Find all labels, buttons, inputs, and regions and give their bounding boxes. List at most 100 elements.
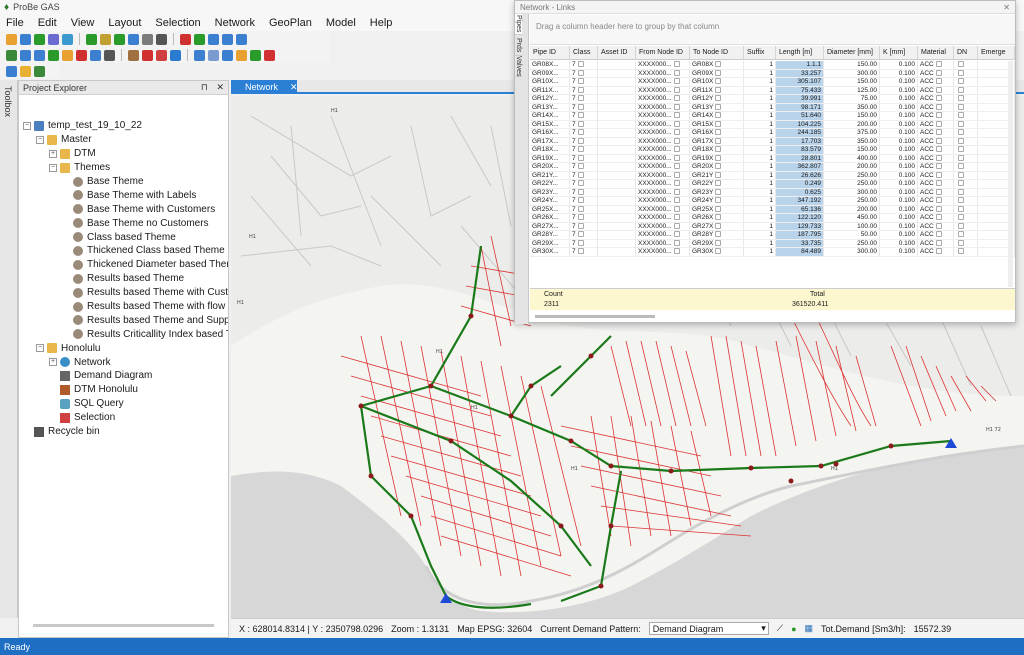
dropdown-icon[interactable] — [935, 137, 942, 144]
dropdown-icon[interactable] — [715, 231, 722, 238]
group-by-bar[interactable]: Drag a column header here to group by th… — [530, 15, 1015, 45]
dropdown-icon[interactable] — [715, 171, 722, 178]
table-row[interactable]: GR22Y... 7 XXXX000... GR22Y 1 0.249 250.00 0.10… — [530, 180, 1015, 189]
table-cell[interactable]: 1 — [744, 205, 776, 213]
table-cell[interactable] — [954, 163, 978, 171]
map-tool-2-icon[interactable] — [34, 49, 45, 61]
table-cell[interactable]: 7 — [570, 163, 598, 171]
dropdown-icon[interactable] — [958, 95, 964, 102]
demand-chart-icon[interactable]: ⟋ — [777, 623, 783, 634]
dropdown-icon[interactable] — [958, 239, 964, 246]
map-tool-11-icon[interactable] — [156, 49, 167, 61]
table-cell[interactable]: XXXX000... — [636, 69, 690, 77]
table-cell[interactable]: XXXX000... — [636, 231, 690, 239]
dropdown-icon[interactable] — [935, 163, 942, 170]
column-header[interactable]: To Node ID — [690, 46, 744, 59]
table-cell[interactable]: XXXX000... — [636, 78, 690, 86]
table-cell[interactable] — [598, 61, 636, 69]
dropdown-icon[interactable] — [673, 214, 680, 221]
table-cell[interactable]: GR16X — [690, 129, 744, 137]
table-cell[interactable]: 0.625 — [776, 188, 824, 196]
dropdown-icon[interactable] — [958, 205, 964, 212]
dropdown-icon[interactable] — [577, 248, 584, 255]
table-cell[interactable]: 7 — [570, 69, 598, 77]
dropdown-icon[interactable] — [935, 188, 942, 195]
table-cell[interactable] — [598, 205, 636, 213]
toolbox-tab[interactable]: Toolbox — [0, 80, 18, 618]
main-tool-15-icon[interactable] — [208, 33, 219, 45]
table-cell[interactable]: GR24Y... — [530, 197, 570, 205]
table-cell[interactable]: ACC — [918, 205, 954, 213]
table-cell[interactable]: GR19X... — [530, 154, 570, 162]
tree-item[interactable]: Selection — [19, 411, 228, 425]
dropdown-icon[interactable] — [577, 180, 584, 187]
dropdown-icon[interactable] — [577, 86, 584, 93]
dropdown-icon[interactable] — [935, 154, 942, 161]
column-header[interactable]: Emerge — [978, 46, 1015, 59]
table-cell[interactable]: 7 — [570, 197, 598, 205]
table-cell[interactable] — [598, 103, 636, 111]
dropdown-icon[interactable] — [577, 222, 584, 229]
tree-item[interactable]: Results based Theme with Customers — [19, 286, 228, 300]
table-cell[interactable]: 75.433 — [776, 86, 824, 94]
links-panel-titlebar[interactable]: Network - Links ✕ — [515, 1, 1015, 14]
table-row[interactable]: GR26X... 7 XXXX000... GR26X 1 122.120 450.00 0.… — [530, 214, 1015, 223]
dropdown-icon[interactable] — [673, 146, 680, 153]
table-cell[interactable]: 39.991 — [776, 95, 824, 103]
table-cell[interactable]: ACC — [918, 231, 954, 239]
dropdown-icon[interactable] — [715, 129, 722, 136]
table-cell[interactable] — [954, 214, 978, 222]
table-cell[interactable] — [598, 129, 636, 137]
table-cell[interactable]: GR16X... — [530, 129, 570, 137]
table-cell[interactable]: XXXX000... — [636, 188, 690, 196]
pin-icon[interactable]: ⊓ — [201, 82, 208, 92]
table-cell[interactable]: 1 — [744, 154, 776, 162]
table-cell[interactable]: ACC — [918, 188, 954, 196]
dropdown-icon[interactable] — [715, 137, 722, 144]
table-cell[interactable] — [954, 239, 978, 247]
table-cell[interactable]: 1 — [744, 248, 776, 256]
grid-horizontal-scrollbar[interactable] — [535, 315, 655, 318]
column-header[interactable]: K [mm] — [880, 46, 918, 59]
table-cell[interactable] — [954, 154, 978, 162]
table-cell[interactable]: 1 — [744, 180, 776, 188]
dropdown-icon[interactable] — [935, 146, 942, 153]
dropdown-icon[interactable] — [673, 103, 680, 110]
table-cell[interactable]: GR17X... — [530, 137, 570, 145]
table-cell[interactable]: 51.640 — [776, 112, 824, 120]
table-cell[interactable]: GR17X — [690, 137, 744, 145]
dropdown-icon[interactable] — [673, 78, 680, 85]
grid-vertical-scrollbar[interactable] — [1008, 61, 1013, 287]
main-tool-1-icon[interactable] — [20, 33, 31, 45]
dropdown-icon[interactable] — [715, 222, 722, 229]
dropdown-icon[interactable] — [715, 188, 722, 195]
table-cell[interactable]: 33.735 — [776, 239, 824, 247]
dropdown-icon[interactable] — [715, 103, 722, 110]
table-cell[interactable]: 1 — [744, 214, 776, 222]
table-cell[interactable] — [954, 95, 978, 103]
table-cell[interactable]: XXXX000... — [636, 163, 690, 171]
table-cell[interactable] — [598, 95, 636, 103]
map-tool-17-icon[interactable] — [236, 49, 247, 61]
tree-item[interactable]: Base Theme no Customers — [19, 216, 228, 230]
dropdown-icon[interactable] — [715, 163, 722, 170]
expand-icon[interactable]: + — [49, 358, 57, 367]
table-cell[interactable]: 1 — [744, 129, 776, 137]
tab-network[interactable]: Network ✕ — [231, 80, 298, 94]
menu-model[interactable]: Model — [326, 17, 356, 29]
dropdown-icon[interactable] — [673, 129, 680, 136]
table-cell[interactable] — [954, 188, 978, 196]
main-tool-0-icon[interactable] — [6, 33, 17, 45]
tree-item[interactable]: + DTM — [19, 147, 228, 161]
table-cell[interactable]: XXXX000... — [636, 95, 690, 103]
table-cell[interactable]: ACC — [918, 69, 954, 77]
map-tool-15-icon[interactable] — [208, 49, 219, 61]
dropdown-icon[interactable] — [673, 86, 680, 93]
table-cell[interactable]: 305.107 — [776, 78, 824, 86]
table-cell[interactable]: XXXX000... — [636, 61, 690, 69]
table-cell[interactable]: 7 — [570, 222, 598, 230]
table-cell[interactable]: ACC — [918, 95, 954, 103]
table-cell[interactable]: 362.807 — [776, 163, 824, 171]
dropdown-icon[interactable] — [673, 61, 680, 68]
dropdown-icon[interactable] — [958, 120, 964, 127]
